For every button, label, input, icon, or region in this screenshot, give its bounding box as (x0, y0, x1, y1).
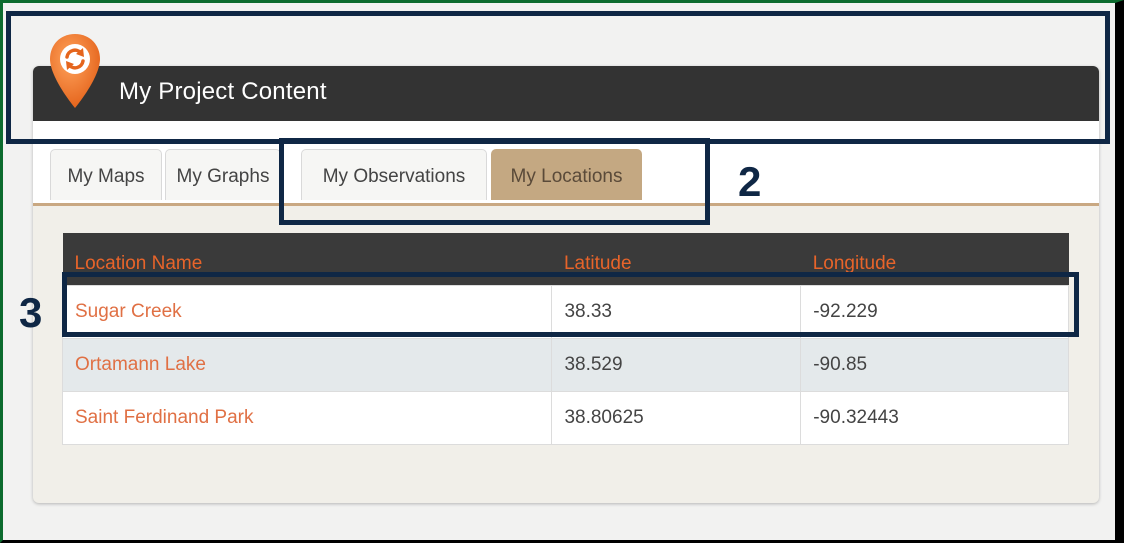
location-name-cell[interactable]: Saint Ferdinand Park (61, 390, 553, 445)
tab-my-graphs[interactable]: My Graphs (165, 149, 281, 200)
callout-number-2: 2 (738, 158, 762, 205)
callout-box-first-row (62, 272, 1079, 337)
callout-box-tabs (279, 138, 710, 225)
location-name-cell[interactable]: Ortamann Lake (61, 337, 553, 392)
longitude-cell: -90.85 (800, 337, 1069, 392)
longitude-cell: -90.32443 (800, 390, 1069, 445)
locations-table: Location Name Latitude Longitude Sugar C… (61, 233, 1069, 445)
tab-my-maps[interactable]: My Maps (50, 149, 162, 200)
latitude-cell: 38.529 (551, 337, 802, 392)
screenshot-canvas: My Project Content My Maps My Graphs My … (0, 0, 1124, 543)
callout-box-header (6, 11, 1110, 144)
table-row[interactable]: Ortamann Lake 38.529 -90.85 (61, 337, 1069, 392)
callout-number-3: 3 (19, 289, 43, 336)
latitude-cell: 38.80625 (551, 390, 802, 445)
table-row[interactable]: Saint Ferdinand Park 38.80625 -90.32443 (61, 390, 1069, 445)
